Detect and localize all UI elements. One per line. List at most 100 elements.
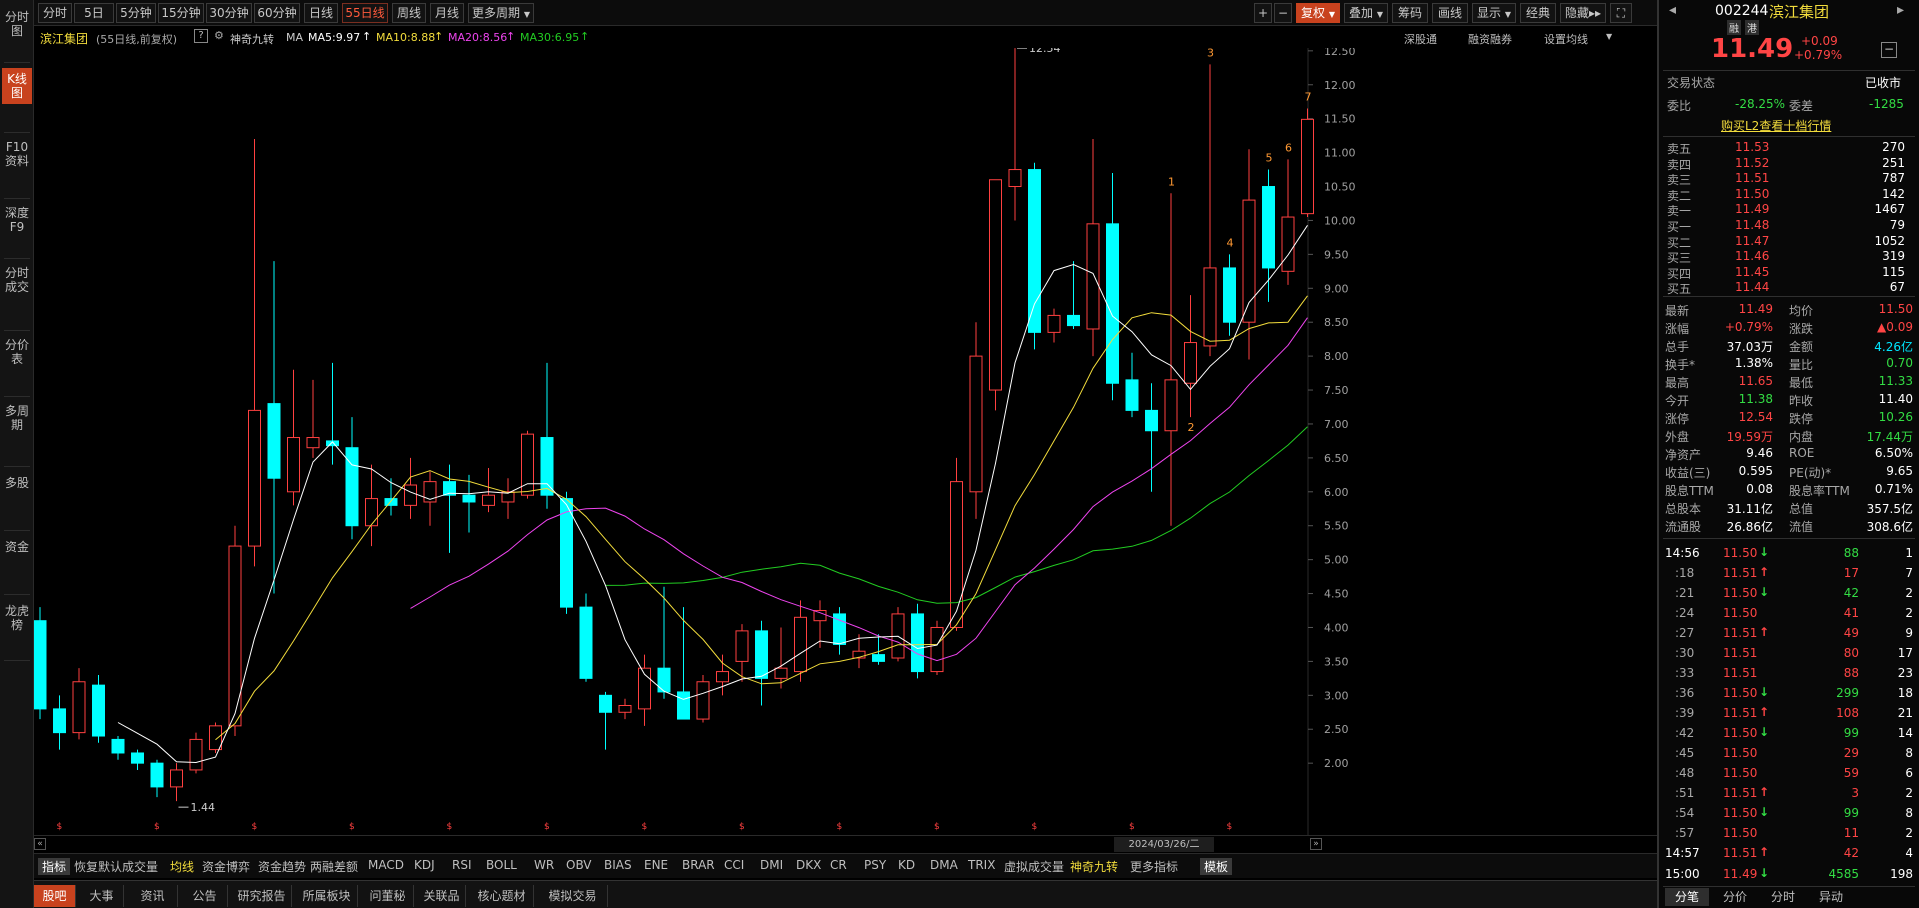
prev-stock-icon[interactable]: ◂ (1669, 2, 1676, 18)
tick-volume: 88 (1843, 666, 1859, 680)
bottom-tab-8[interactable]: 核心题材 (470, 885, 534, 907)
sidebar-item-depth[interactable]: 深度F9 (2, 206, 32, 234)
indicator-tab-18[interactable]: DKX (796, 858, 821, 872)
indicator-tab-14[interactable]: ENE (644, 858, 668, 872)
link-sz-connect[interactable]: 深股通 (1404, 31, 1437, 47)
bottom-tab-3[interactable]: 公告 (182, 885, 228, 907)
kline-chart-svg[interactable]: 12.5012.0011.5011.0010.5010.009.509.008.… (33, 42, 1657, 835)
scroll-left-icon[interactable]: « (34, 838, 46, 850)
indicator-tab-6[interactable]: 两融差额 (310, 858, 358, 875)
indicator-tab-9[interactable]: RSI (452, 858, 472, 872)
period-button-30min[interactable]: 30分钟 (206, 3, 252, 23)
fullscreen-button[interactable]: ⛶ (1610, 3, 1632, 23)
indicator-tab-8[interactable]: KDJ (414, 858, 435, 872)
ex-dividend-marker: $ (154, 822, 160, 832)
indicator-tab-17[interactable]: DMI (760, 858, 783, 872)
ask-volume: 787 (1882, 171, 1905, 185)
chips-button[interactable]: 筹码 (1392, 3, 1428, 23)
period-button-week[interactable]: 周线 (392, 3, 426, 23)
display-button[interactable]: 显示 ▼ (1472, 3, 1516, 23)
scroll-right-icon[interactable]: » (1310, 838, 1322, 850)
period-button-more[interactable]: 更多周期 ▼ (468, 3, 534, 23)
period-button-55day[interactable]: 55日线 (342, 3, 388, 23)
indicator-tab-21[interactable]: KD (898, 858, 915, 872)
gear-icon[interactable]: ⚙ (214, 29, 224, 42)
indicator-tab-1[interactable]: 恢复默认 (74, 858, 122, 875)
indicator-tab-2[interactable]: 成交量 (122, 858, 158, 875)
indicator-tab-11[interactable]: WR (534, 858, 554, 872)
period-button-15min[interactable]: 15分钟 (158, 3, 204, 23)
indicator-tab-10[interactable]: BOLL (486, 858, 517, 872)
nine-turn-label: 1 (1168, 175, 1175, 188)
indicator-tab-24[interactable]: 虚拟成交量 (1004, 858, 1064, 875)
sidebar-item-multi-period[interactable]: 多周期 (2, 404, 32, 432)
nine-turn-label[interactable]: 神奇九转 (230, 31, 274, 47)
sidebar-item-multi-stock[interactable]: 多股 (2, 476, 32, 490)
minimize-icon[interactable]: − (1881, 42, 1897, 58)
candle-up (794, 616, 807, 673)
sidebar-item-funds[interactable]: 资金 (2, 540, 32, 554)
indicator-tab-0[interactable]: 指标 (38, 858, 71, 875)
sidebar-item-kline[interactable]: K线图 (2, 68, 32, 104)
indicator-tab-4[interactable]: 资金博弈 (202, 858, 250, 875)
indicator-tab-13[interactable]: BIAS (604, 858, 632, 872)
period-button-month[interactable]: 月线 (430, 3, 464, 23)
indicator-tab-22[interactable]: DMA (930, 858, 958, 872)
link-set-ma[interactable]: 设置均线 (1544, 31, 1588, 47)
bottom-tab-5[interactable]: 所属板块 (296, 885, 358, 907)
indicator-tab-20[interactable]: PSY (864, 858, 886, 872)
up-arrow-icon: ↑ (1759, 565, 1770, 579)
bottom-tab-2[interactable]: 资讯 (128, 885, 178, 907)
zoom-out-button[interactable]: − (1274, 3, 1292, 23)
bottom-tab-0[interactable]: 股吧 (34, 885, 76, 907)
period-button-5day[interactable]: 5日 (74, 3, 114, 23)
y-tick-label: 10.00 (1324, 214, 1356, 227)
sidebar-item-trades[interactable]: 分时成交 (2, 266, 32, 294)
bottom-tab-7[interactable]: 关联品种 (418, 885, 466, 907)
classic-button[interactable]: 经典 (1520, 3, 1556, 23)
up-arrow-icon: ↑ (434, 30, 444, 43)
indicator-tab-16[interactable]: CCI (724, 858, 744, 872)
draw-line-button[interactable]: 画线 (1432, 3, 1468, 23)
zoom-in-button[interactable]: + (1254, 3, 1272, 23)
overlay-button[interactable]: 叠加 ▼ (1344, 3, 1388, 23)
sidebar-item-price-table[interactable]: 分价表 (2, 338, 32, 366)
indicator-tab-23[interactable]: TRIX (968, 858, 995, 872)
next-stock-icon[interactable]: ▸ (1897, 2, 1904, 18)
period-button-day[interactable]: 日线 (304, 3, 338, 23)
quote-tab-1[interactable]: 分价 (1713, 888, 1757, 906)
candle-up (72, 681, 86, 734)
quote-tab-3[interactable]: 异动 (1809, 888, 1853, 906)
bottom-tab-9[interactable]: 模拟交易 (538, 885, 608, 907)
indicator-tab-12[interactable]: OBV (566, 858, 592, 872)
period-button-5min[interactable]: 5分钟 (116, 3, 156, 23)
quote-tab-2[interactable]: 分时 (1761, 888, 1805, 906)
bottom-tab-1[interactable]: 大事 (80, 885, 124, 907)
bottom-tab-4[interactable]: 研究报告 (232, 885, 292, 907)
indicator-tab-26[interactable]: 更多指标 (1130, 858, 1178, 875)
sidebar-item-timeshare[interactable]: 分时图 (2, 10, 32, 38)
fuquan-button[interactable]: 复权 ▼ (1296, 3, 1340, 23)
help-button[interactable]: ? (194, 29, 208, 43)
nine-turn-label: 5 (1266, 152, 1273, 165)
quote-tab-0[interactable]: 分笔 (1665, 888, 1709, 906)
sidebar-item-dragon-tiger[interactable]: 龙虎榜 (2, 604, 32, 632)
sidebar-item-f10[interactable]: F10资料 (2, 140, 32, 168)
indicator-tab-27[interactable]: 模板 (1200, 858, 1233, 875)
indicator-tab-3[interactable]: 均线 (170, 858, 194, 875)
period-button-60min[interactable]: 60分钟 (254, 3, 300, 23)
tick-volume: 11 (1843, 826, 1859, 840)
hide-button[interactable]: 隐藏▸▸ (1560, 3, 1606, 23)
period-button-timeshare[interactable]: 分时 (38, 3, 72, 23)
kline-chart[interactable]: 12.50 12.00 11.50 11.00 10.50 10.00 9.50 9.00 8.… (33, 42, 1657, 835)
tick-count: 2 (1905, 586, 1913, 600)
link-margin[interactable]: 融资融券 (1468, 31, 1512, 47)
ex-dividend-marker: $ (544, 822, 550, 832)
indicator-tab-7[interactable]: MACD (368, 858, 404, 872)
indicator-tab-19[interactable]: CR (830, 858, 847, 872)
bottom-tab-6[interactable]: 问董秘 (362, 885, 414, 907)
indicator-tab-25[interactable]: 神奇九转 (1070, 858, 1118, 875)
indicator-tab-5[interactable]: 资金趋势 (258, 858, 306, 875)
buy-l2-link[interactable]: 购买L2查看十档行情 (1721, 117, 1831, 134)
indicator-tab-15[interactable]: BRAR (682, 858, 715, 872)
